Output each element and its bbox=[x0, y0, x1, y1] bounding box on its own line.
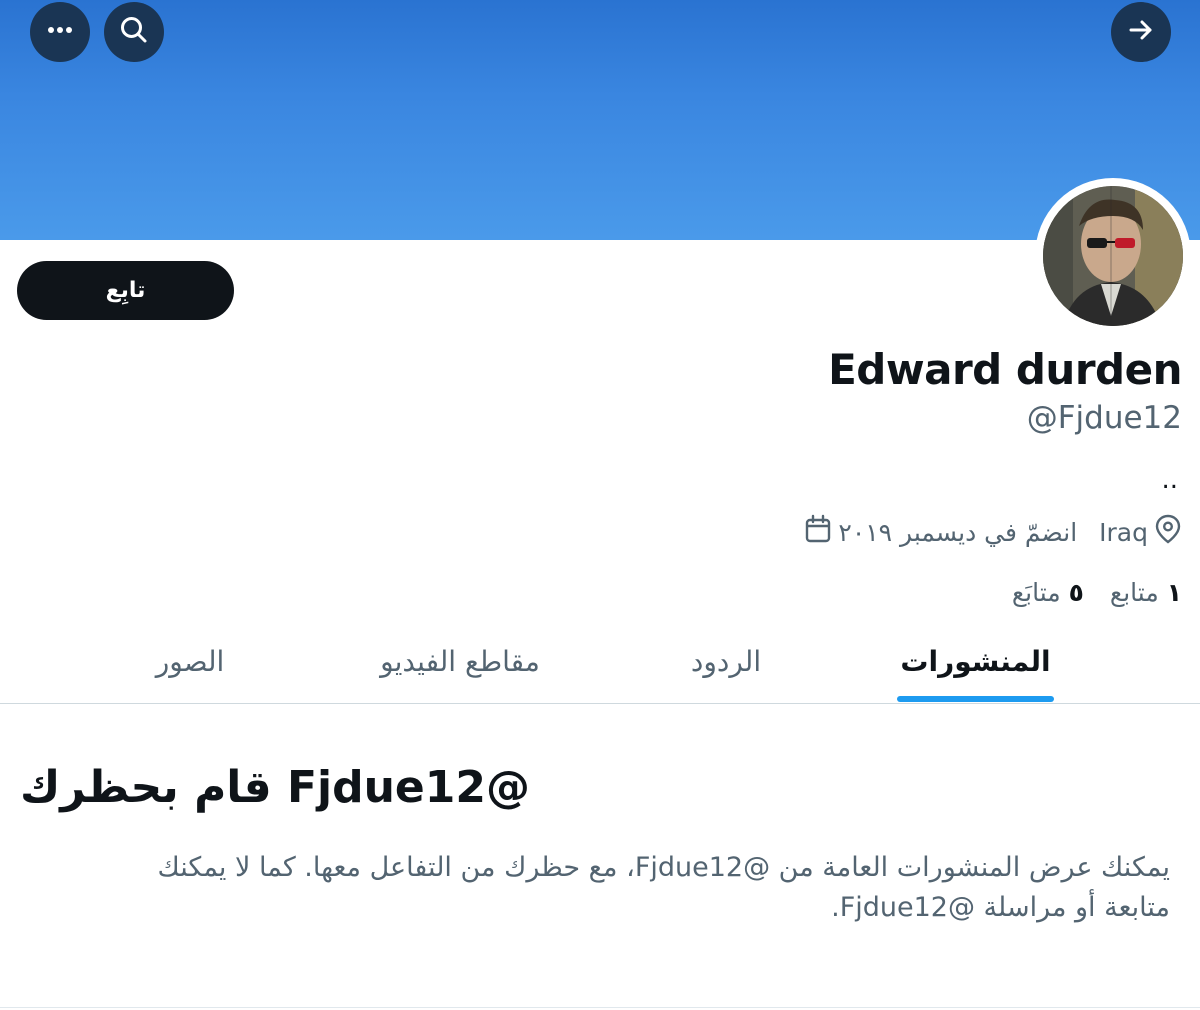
handle: @Fjdue12 bbox=[1026, 400, 1182, 436]
avatar[interactable] bbox=[1035, 178, 1191, 334]
more-button[interactable] bbox=[30, 2, 90, 62]
display-name: Edward durden bbox=[828, 345, 1182, 394]
followers-link[interactable]: ١ متابع bbox=[1110, 578, 1182, 607]
followers-label: متابع bbox=[1109, 577, 1159, 607]
location-pin-icon bbox=[1154, 514, 1182, 550]
more-horizontal-icon bbox=[45, 15, 75, 49]
location-text: Iraq bbox=[1099, 517, 1148, 547]
tab-photos[interactable]: الصور bbox=[110, 620, 270, 703]
follow-stats: ٥ متابَع ١ متابع bbox=[1012, 572, 1182, 612]
following-count: ٥ bbox=[1068, 577, 1084, 607]
blocked-description: يمكنك عرض المنشورات العامة من @Fjdue12، … bbox=[157, 852, 1171, 923]
join-date: انضمّ في ديسمبر ٢٠١٩ bbox=[804, 514, 1077, 550]
calendar-icon bbox=[804, 514, 832, 550]
tab-replies[interactable]: الردود bbox=[640, 620, 812, 703]
follow-button[interactable]: تابِع bbox=[17, 261, 234, 320]
search-icon bbox=[118, 14, 150, 50]
blocked-title: @Fjdue12 قام بحظرك bbox=[19, 762, 530, 813]
bio: .. bbox=[1161, 465, 1178, 495]
following-link[interactable]: ٥ متابَع bbox=[1012, 578, 1084, 607]
profile-meta: Iraq انضمّ في ديسمبر ٢٠١٩ bbox=[804, 512, 1182, 552]
tab-posts[interactable]: المنشورات bbox=[897, 620, 1054, 703]
back-button[interactable] bbox=[1111, 2, 1171, 62]
arrow-right-icon bbox=[1126, 15, 1156, 49]
search-button[interactable] bbox=[104, 2, 164, 62]
following-label: متابَع bbox=[1011, 577, 1061, 607]
avatar-image bbox=[1043, 186, 1183, 326]
location: Iraq bbox=[1099, 514, 1182, 550]
divider bbox=[0, 1007, 1200, 1008]
active-tab-indicator bbox=[897, 696, 1054, 702]
profile-page: تابِع Edward durden @Fjdue12 .. Iraq انض… bbox=[0, 0, 1200, 1010]
profile-tabs: المنشورات الردود مقاطع الفيديو الصور bbox=[0, 620, 1200, 704]
followers-count: ١ bbox=[1166, 577, 1182, 607]
join-date-text: انضمّ في ديسمبر ٢٠١٩ bbox=[838, 517, 1078, 547]
tab-videos[interactable]: مقاطع الفيديو bbox=[340, 620, 580, 703]
profile-banner bbox=[0, 0, 1200, 240]
